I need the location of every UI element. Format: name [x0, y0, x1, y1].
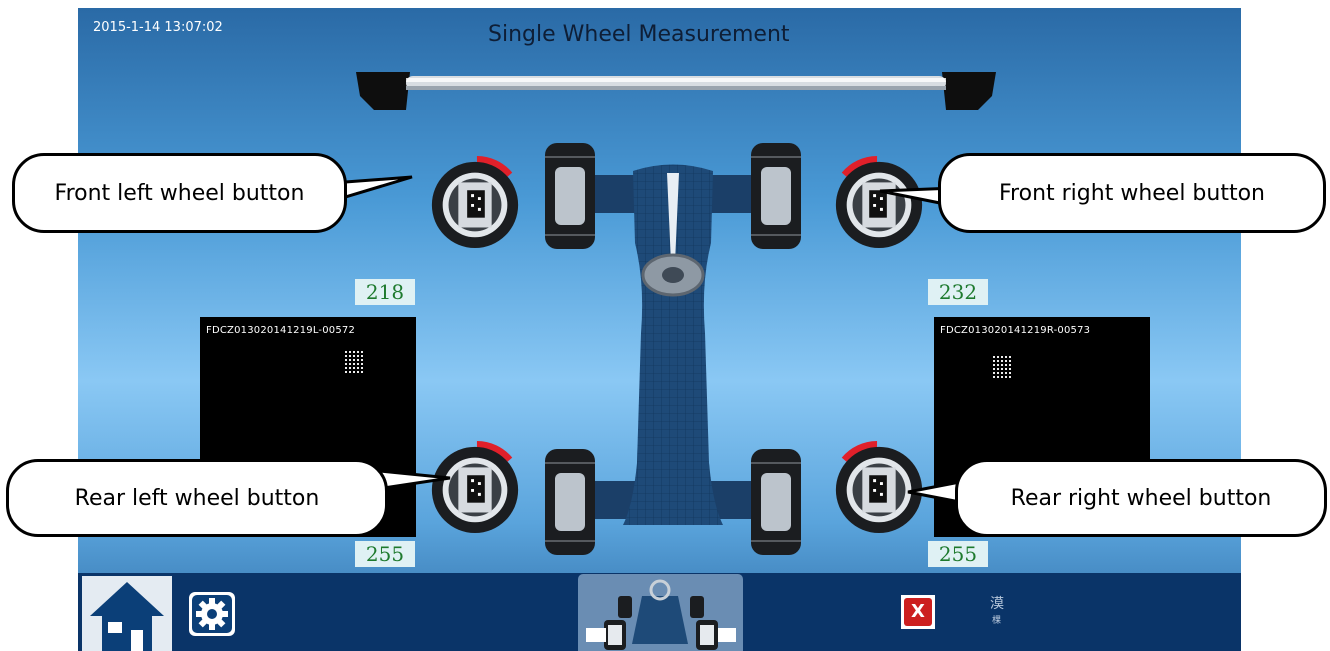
callout-pointers — [330, 175, 967, 505]
callout-rear-right: Rear right wheel button — [955, 459, 1327, 537]
callout-front-left: Front left wheel button — [12, 153, 347, 233]
callout-front-right: Front right wheel button — [938, 153, 1326, 233]
callout-rear-left: Rear left wheel button — [6, 459, 388, 537]
